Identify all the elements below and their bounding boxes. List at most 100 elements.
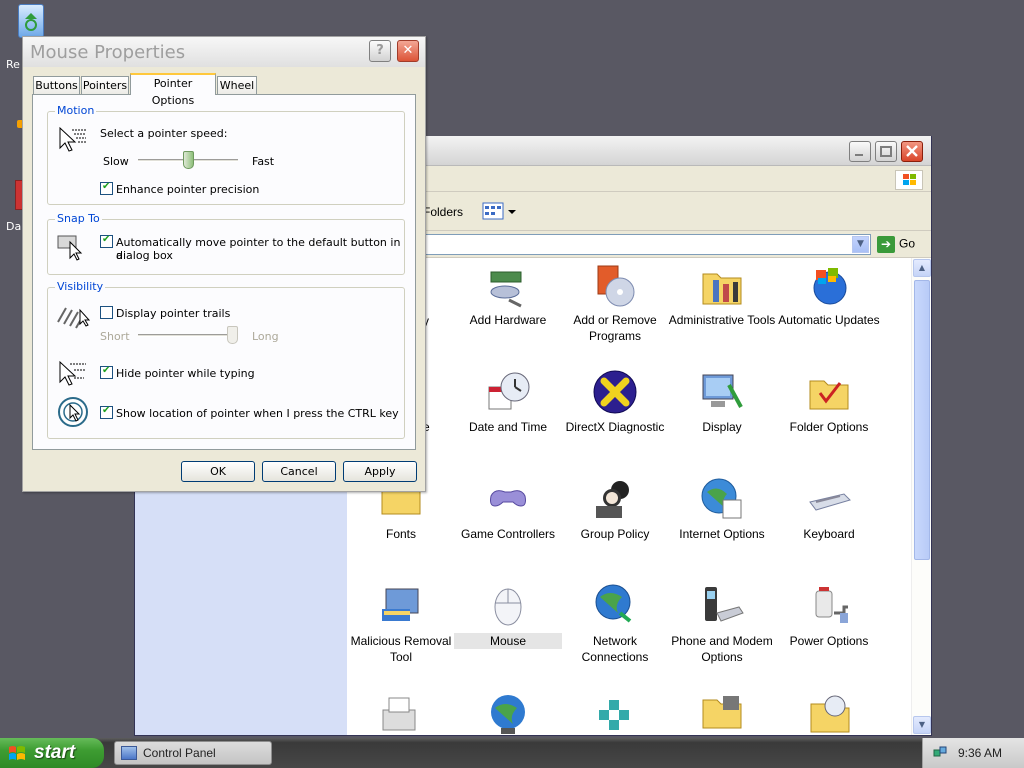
- cp-item-group-policy[interactable]: Group Policy: [561, 476, 669, 542]
- slow-label: Slow: [103, 155, 129, 168]
- scroll-down-button[interactable]: ▼: [913, 716, 931, 734]
- cp-item-label: Internet Options: [679, 527, 765, 541]
- control-panel-icon: [121, 746, 137, 760]
- cp-item-date-time[interactable]: Date and Time: [454, 369, 562, 435]
- phone-modem-icon: [699, 583, 745, 629]
- go-label: Go: [899, 236, 916, 251]
- vertical-scrollbar[interactable]: ▲ ▼: [911, 258, 931, 735]
- help-button[interactable]: ?: [369, 40, 391, 62]
- cp-item-internet-options[interactable]: Internet Options: [668, 476, 776, 542]
- group-label: Snap To: [55, 212, 102, 225]
- cp-item-label: Automatic Updates: [778, 313, 880, 327]
- dialog-title-bar[interactable]: Mouse Properties ? ✕: [23, 37, 425, 67]
- cp-item-label: Add Hardware: [469, 313, 547, 327]
- cp-item-power-options[interactable]: Power Options: [775, 583, 883, 649]
- minimize-icon: [855, 154, 863, 156]
- address-dropdown-button[interactable]: ▼: [852, 236, 869, 253]
- taskbar: start Control Panel 9:36 AM: [0, 738, 1024, 768]
- go-button[interactable]: ➔ Go: [877, 236, 927, 255]
- cp-item-administrative-tools[interactable]: Administrative Tools: [668, 262, 776, 328]
- cp-item-display[interactable]: Display: [668, 369, 776, 435]
- ctrl-location-label: Show location of pointer when I press th…: [116, 407, 399, 420]
- cp-item-add-hardware[interactable]: Add Hardware: [454, 262, 562, 328]
- network-connections-icon: [592, 583, 638, 629]
- windows-flag-icon: [895, 170, 923, 190]
- tab-pointer-options[interactable]: Pointer Options: [130, 73, 216, 107]
- ctrl-location-checkbox[interactable]: [100, 405, 113, 419]
- pointer-speed-icon: [56, 124, 90, 156]
- administrative-tools-icon: [699, 262, 745, 308]
- tab-wheel[interactable]: Wheel: [217, 76, 257, 94]
- cp-item-label: Network Connections: [581, 634, 649, 664]
- group-label: Motion: [55, 104, 97, 117]
- windows-logo-icon: [8, 744, 26, 762]
- cancel-button[interactable]: Cancel: [262, 461, 336, 482]
- power-options-icon: [806, 583, 852, 629]
- cp-item-directx[interactable]: DirectX Diagnostic: [561, 369, 669, 435]
- enhance-precision-checkbox[interactable]: [100, 181, 113, 195]
- minimize-button[interactable]: [849, 141, 871, 162]
- cp-item-scanners-icon[interactable]: [593, 690, 639, 735]
- apply-button[interactable]: Apply: [343, 461, 417, 482]
- group-label: Visibility: [55, 280, 106, 293]
- taskbar-control-panel-button[interactable]: Control Panel: [114, 741, 272, 765]
- cp-item-label: Add or Remove Programs: [573, 313, 657, 343]
- pointer-location-icon: [56, 396, 90, 428]
- start-label: start: [34, 742, 76, 763]
- scroll-up-button[interactable]: ▲: [913, 259, 931, 277]
- cp-item-label: Date and Time: [468, 420, 548, 434]
- cp-item-scheduled-icon[interactable]: [699, 690, 745, 735]
- tab-buttons[interactable]: Buttons: [33, 76, 80, 94]
- snap-to-group: Snap To Automatically move pointer to th…: [47, 212, 405, 275]
- cp-item-label: Administrative Tools: [668, 313, 776, 327]
- pointer-options-page: Motion Select a pointer speed: Slow Fast…: [32, 94, 416, 450]
- go-arrow-icon: ➔: [877, 236, 895, 253]
- close-button[interactable]: [901, 141, 923, 162]
- dialog-close-button[interactable]: ✕: [397, 40, 419, 62]
- cp-item-phone-modem[interactable]: Phone and Modem Options: [668, 583, 776, 665]
- pointer-speed-slider[interactable]: [182, 151, 194, 169]
- cp-item-label: Malicious Removal Tool: [350, 634, 452, 664]
- cp-item-label: Game Controllers: [460, 527, 556, 541]
- ok-button[interactable]: OK: [181, 461, 255, 482]
- folders-button[interactable]: Folders: [423, 205, 463, 219]
- maximize-icon: [880, 146, 892, 157]
- cp-item-printers-icon[interactable]: [377, 690, 423, 735]
- motion-group: Motion Select a pointer speed: Slow Fast…: [47, 104, 405, 205]
- cp-item-folder-options[interactable]: Folder Options: [775, 369, 883, 435]
- tab-pointers[interactable]: Pointers: [81, 76, 129, 94]
- taskbar-button-label: Control Panel: [143, 746, 216, 760]
- date-time-icon: [485, 369, 531, 415]
- desktop-icon-recycle-bin[interactable]: Re: [0, 4, 44, 71]
- pointer-trails-checkbox[interactable]: [100, 306, 113, 319]
- short-label: Short: [100, 330, 130, 343]
- add-remove-programs-icon: [592, 262, 638, 308]
- cp-item-label: Phone and Modem Options: [671, 634, 773, 664]
- scroll-thumb[interactable]: [914, 280, 930, 560]
- recycle-bin-icon: [18, 4, 44, 38]
- cp-item-game-controllers[interactable]: Game Controllers: [454, 476, 562, 542]
- snap-to-label-line2: dialog box: [116, 249, 173, 262]
- cp-item-regional-icon[interactable]: [485, 690, 531, 735]
- cp-item-sounds-icon[interactable]: [807, 690, 853, 735]
- maximize-button[interactable]: [875, 141, 897, 162]
- cp-item-malicious-removal[interactable]: Malicious Removal Tool: [347, 583, 455, 665]
- pointer-trails-icon: [56, 302, 91, 334]
- hide-pointer-checkbox[interactable]: [100, 365, 113, 379]
- game-controllers-icon: [485, 476, 531, 522]
- snap-to-icon: [56, 232, 90, 264]
- cp-item-automatic-updates[interactable]: Automatic Updates: [775, 262, 883, 328]
- views-button[interactable]: [479, 200, 519, 224]
- cp-item-label: Group Policy: [580, 527, 650, 541]
- clock[interactable]: 9:36 AM: [958, 746, 1002, 760]
- network-tray-icon[interactable]: [933, 745, 947, 759]
- trail-length-slider[interactable]: [227, 326, 238, 344]
- cp-item-mouse[interactable]: Mouse: [454, 583, 562, 649]
- cp-item-add-remove-programs[interactable]: Add or Remove Programs: [561, 262, 669, 344]
- cp-item-keyboard[interactable]: Keyboard: [775, 476, 883, 542]
- close-icon: [906, 145, 918, 157]
- cp-item-network-connections[interactable]: Network Connections: [561, 583, 669, 665]
- snap-to-checkbox[interactable]: [100, 234, 113, 248]
- trail-length-track: [138, 334, 238, 337]
- start-button[interactable]: start: [0, 738, 104, 768]
